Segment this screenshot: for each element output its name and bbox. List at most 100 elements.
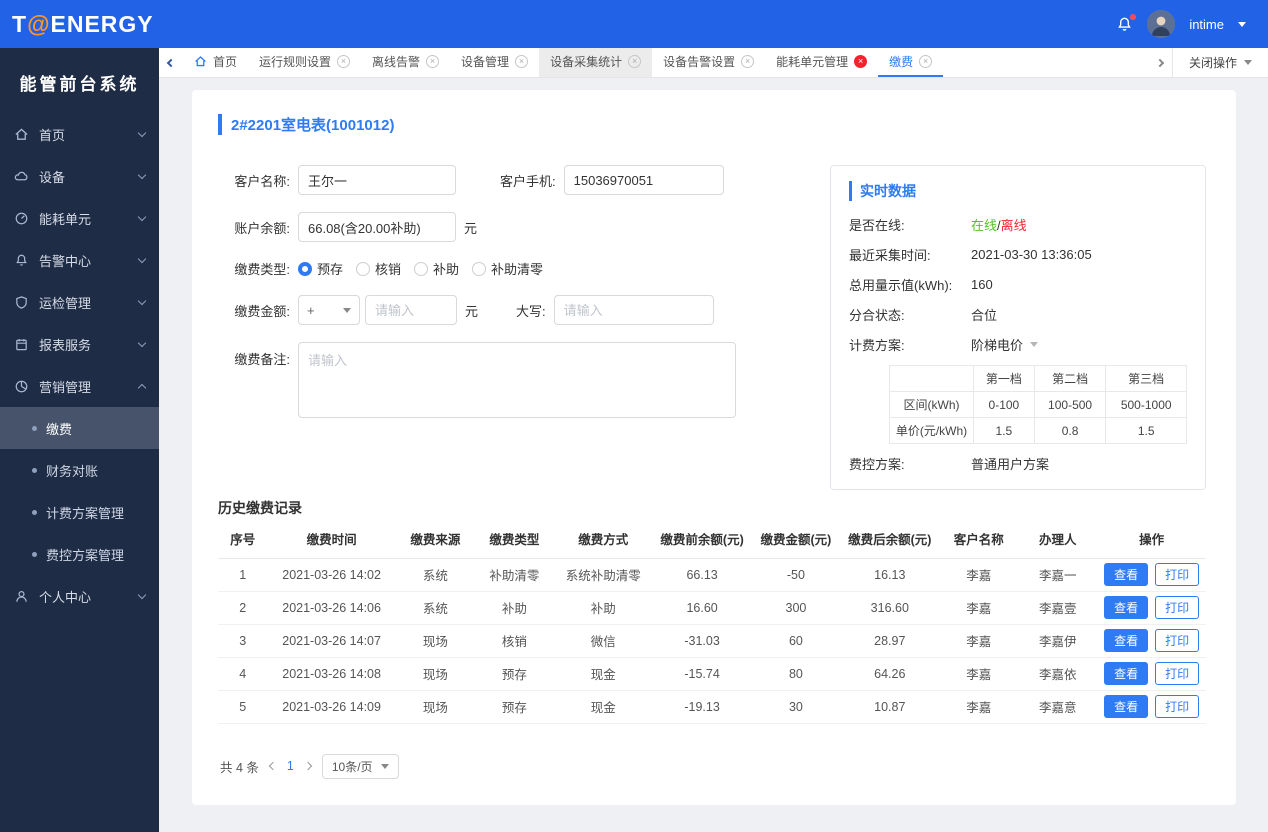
sidebar-item-devices[interactable]: 设备 — [0, 155, 159, 197]
tab-close-icon[interactable]: × — [919, 55, 933, 68]
radio-icon — [298, 261, 312, 276]
next-page-button[interactable] — [303, 761, 313, 771]
tier-cell: 1.5 — [973, 417, 1035, 444]
radio-writeoff[interactable]: 核销 — [356, 259, 401, 278]
billing-plan-value: 阶梯电价 — [971, 338, 1024, 353]
sidebar-subitem-fee-control-plan[interactable]: 费控方案管理 — [0, 533, 159, 575]
footer-actions: 保存 取消 — [192, 805, 1236, 832]
device-icon — [14, 169, 30, 184]
tab-close-icon[interactable]: × — [741, 55, 755, 68]
prev-page-button[interactable] — [268, 761, 278, 771]
radio-subsidy-reset[interactable]: 补助清零 — [472, 259, 543, 278]
radio-subsidy[interactable]: 补助 — [414, 259, 459, 278]
sidebar-subitem-finance-reconciliation[interactable]: 财务对账 — [0, 449, 159, 491]
close-operations-dropdown[interactable]: 关闭操作 — [1171, 48, 1268, 77]
sidebar-item-marketing[interactable]: 营销管理 — [0, 365, 159, 407]
tabs-scroll-left-button[interactable] — [159, 48, 183, 77]
uppercase-label: 大写: — [516, 303, 546, 319]
view-button[interactable]: 查看 — [1104, 695, 1149, 718]
cell-pay-method: 现金 — [553, 657, 653, 691]
cell-amount: 60 — [751, 624, 841, 658]
view-button[interactable]: 查看 — [1104, 662, 1149, 685]
print-button[interactable]: 打印 — [1155, 662, 1200, 685]
remark-textarea[interactable] — [298, 342, 736, 418]
tab-home[interactable]: 首页 — [183, 48, 248, 77]
pagination: 共 4 条 1 10条/页 — [218, 753, 1206, 779]
tab-close-icon[interactable]: × — [337, 55, 351, 68]
user-avatar[interactable] — [1147, 10, 1176, 38]
cell-customer: 李嘉 — [939, 624, 1019, 658]
user-icon — [14, 589, 30, 604]
amount-input[interactable] — [365, 295, 457, 325]
tab-label: 缴费 — [889, 55, 914, 69]
tab-close-icon[interactable]: × — [515, 55, 529, 68]
chevron-down-icon — [137, 590, 147, 599]
sidebar-subitem-billing-plan[interactable]: 计费方案管理 — [0, 491, 159, 533]
tab-offline-alarm[interactable]: 离线告警 × — [361, 48, 450, 77]
balance-input[interactable] — [298, 212, 456, 242]
sidebar-subitem-label: 缴费 — [46, 421, 73, 437]
sidebar-title: 能管前台系统 — [19, 75, 140, 94]
cell-balance-before: -15.74 — [652, 657, 752, 691]
tab-label: 能耗单元管理 — [776, 55, 849, 69]
customer-name-input[interactable] — [298, 165, 456, 195]
cell-pay-source: 现场 — [395, 624, 475, 658]
tab-energy-unit-management[interactable]: 能耗单元管理 × — [765, 48, 878, 77]
sidebar-item-home[interactable]: 首页 — [0, 113, 159, 155]
tier-cell: 1.5 — [1105, 417, 1187, 444]
tab-device-management[interactable]: 设备管理 × — [450, 48, 539, 77]
cell-pay-time: 2021-03-26 14:09 — [267, 690, 396, 724]
sidebar-item-label: 告警中心 — [39, 253, 92, 269]
radio-prestore[interactable]: 预存 — [298, 259, 343, 278]
notification-bell-icon[interactable] — [1116, 13, 1137, 33]
marketing-icon — [14, 379, 30, 394]
tab-run-rule-settings[interactable]: 运行规则设置 × — [248, 48, 361, 77]
online-status-label: 是否在线: — [849, 218, 905, 233]
page-title: 2#2201室电表(1001012) — [218, 114, 1206, 135]
notification-badge — [1130, 13, 1137, 20]
user-menu-caret-icon[interactable] — [1238, 21, 1246, 27]
tab-device-alarm-settings[interactable]: 设备告警设置 × — [652, 48, 765, 77]
chevron-down-icon — [137, 128, 147, 137]
tab-close-alert-icon[interactable]: × — [854, 55, 868, 68]
tab-payment[interactable]: 缴费 × — [878, 48, 944, 77]
cell-index: 4 — [218, 657, 268, 691]
print-button[interactable]: 打印 — [1155, 563, 1200, 586]
tabs-scroll-right-button[interactable] — [1148, 58, 1172, 67]
billing-plan-select[interactable]: 阶梯电价 — [971, 335, 1039, 354]
sidebar-item-inspection[interactable]: 运检管理 — [0, 281, 159, 323]
history-table: 序号 缴费时间 缴费来源 缴费类型 缴费方式 缴费前余额(元) 缴费金额(元) … — [218, 520, 1206, 724]
sidebar-item-reports[interactable]: 报表服务 — [0, 323, 159, 365]
username-label[interactable]: intime — [1189, 17, 1224, 32]
cell-pay-time: 2021-03-26 14:08 — [267, 657, 396, 691]
view-button[interactable]: 查看 — [1104, 563, 1149, 586]
bullet-dot-icon — [32, 467, 37, 473]
sidebar-item-alarm-center[interactable]: 告警中心 — [0, 239, 159, 281]
tier-header-cell: 第二档 — [1033, 365, 1107, 392]
cell-pay-time: 2021-03-26 14:07 — [267, 624, 396, 658]
print-button[interactable]: 打印 — [1155, 596, 1200, 619]
view-button[interactable]: 查看 — [1104, 596, 1149, 619]
tab-close-icon[interactable]: × — [426, 55, 440, 68]
cell-balance-after: 64.26 — [840, 657, 940, 691]
view-button[interactable]: 查看 — [1104, 629, 1149, 652]
sidebar-subitem-payment[interactable]: 缴费 — [0, 407, 159, 449]
cell-operator: 李嘉壹 — [1018, 591, 1098, 625]
tab-close-icon[interactable]: × — [628, 55, 642, 68]
chevron-down-icon — [137, 296, 147, 305]
page-size-select[interactable]: 10条/页 — [321, 753, 399, 779]
bullet-dot-icon — [32, 425, 37, 431]
amount-sign-select[interactable]: + — [298, 295, 360, 325]
uppercase-input[interactable] — [553, 295, 714, 325]
radio-label: 预存 — [317, 262, 344, 277]
tier-cell: 0-100 — [973, 391, 1035, 418]
print-button[interactable]: 打印 — [1155, 629, 1200, 652]
sidebar-item-personal-center[interactable]: 个人中心 — [0, 575, 159, 617]
customer-phone-input[interactable] — [563, 165, 724, 195]
sidebar-subitem-label: 计费方案管理 — [46, 505, 125, 521]
print-button[interactable]: 打印 — [1155, 695, 1200, 718]
sidebar-item-energy-unit[interactable]: 能耗单元 — [0, 197, 159, 239]
page-number[interactable]: 1 — [287, 759, 294, 773]
tab-device-collection-stats[interactable]: 设备采集统计 × — [539, 48, 653, 77]
cell-balance-after: 316.60 — [840, 591, 940, 625]
